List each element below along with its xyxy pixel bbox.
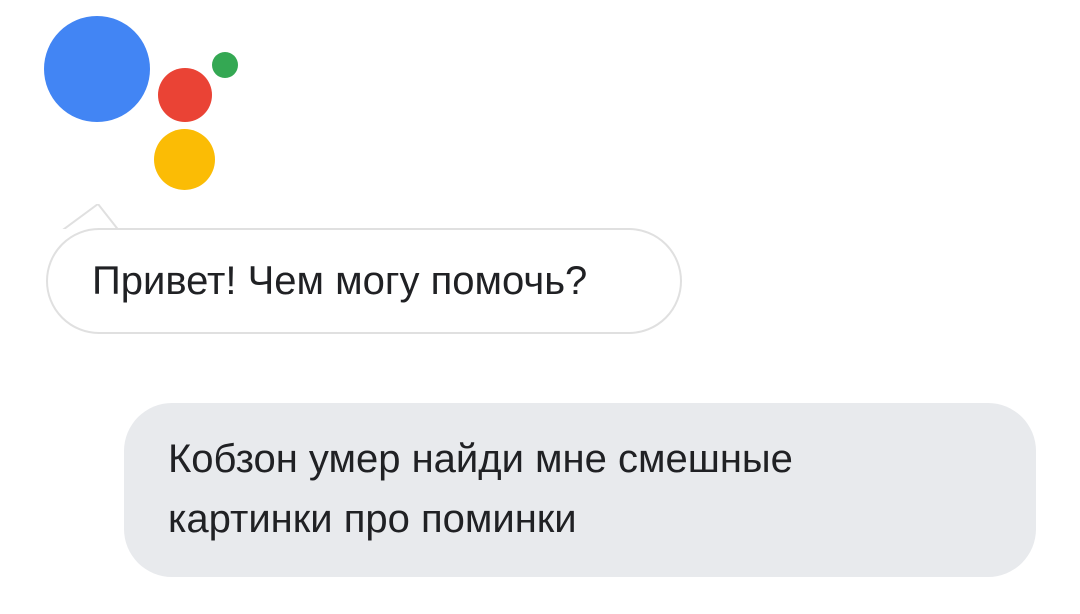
user-message-text: Кобзон умер найди мне смешные картинки п… (168, 437, 793, 541)
logo-green-dot (212, 52, 238, 78)
assistant-message-bubble: Привет! Чем могу помочь? (46, 228, 682, 334)
user-message-bubble: Кобзон умер найди мне смешные картинки п… (124, 403, 1036, 577)
assistant-message-text: Привет! Чем могу помочь? (92, 259, 588, 303)
google-assistant-logo (0, 0, 260, 200)
logo-blue-dot (44, 16, 150, 122)
logo-yellow-dot (154, 129, 215, 190)
logo-red-dot (158, 68, 212, 122)
